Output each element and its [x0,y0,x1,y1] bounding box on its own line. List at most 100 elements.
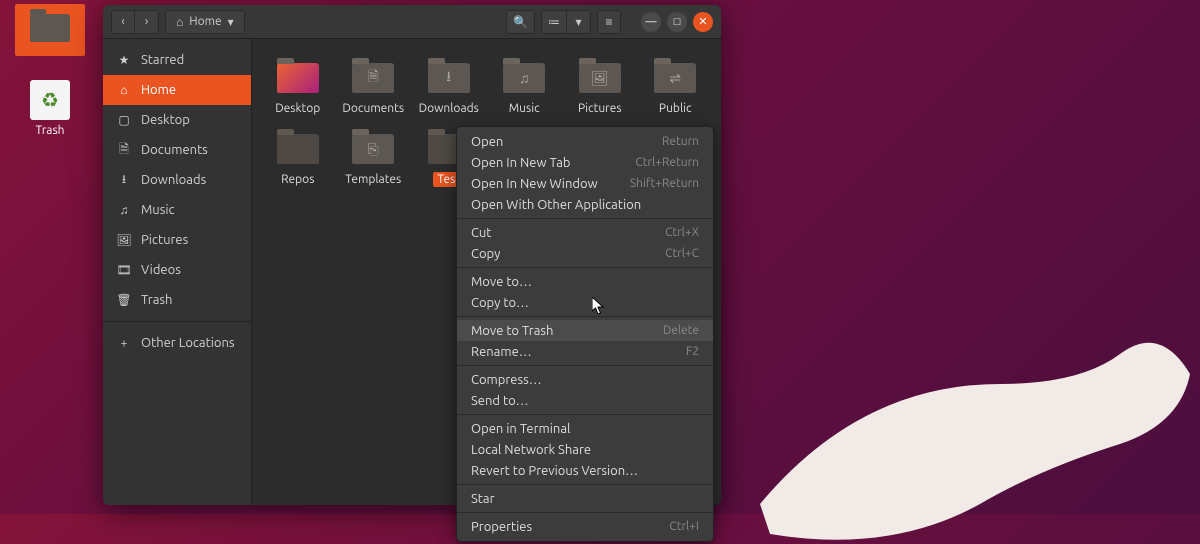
sidebar-item-label: Starred [141,53,184,67]
folder-label: Pictures [574,101,626,116]
ctx-cut[interactable]: CutCtrl+X [457,222,713,243]
folder-repos[interactable]: Repos [260,130,336,191]
ctx-open-with[interactable]: Open With Other Application [457,194,713,215]
wallpaper-mascot [740,304,1200,544]
window-close-button[interactable]: ✕ [693,12,713,32]
sidebar-item-music[interactable]: ♫ Music [103,195,251,225]
home-icon: ⌂ [176,15,183,29]
ctx-rename[interactable]: Rename…F2 [457,341,713,362]
menu-button[interactable]: ≡ [597,10,621,34]
sidebar: ★ Starred ⌂ Home ▢ Desktop 🗎 Documents ⭳ Download… [103,39,252,505]
nav-back-button[interactable]: ‹ [111,10,135,34]
folder-templates[interactable]: ⎘Templates [336,130,412,191]
ctx-item-label: Revert to Previous Version… [471,464,638,478]
ctx-move-to[interactable]: Move to… [457,271,713,292]
ctx-open[interactable]: OpenReturn [457,131,713,152]
folder-music[interactable]: ♫ Music [487,59,563,120]
ctx-item-label: Copy [471,247,500,261]
ctx-item-label: Open With Other Application [471,198,641,212]
context-menu: OpenReturnOpen In New TabCtrl+ReturnOpen… [456,126,714,542]
sidebar-item-label: Desktop [141,113,190,127]
ctx-item-label: Send to… [471,394,529,408]
folder-desktop[interactable]: Desktop [260,59,336,120]
folder-documents[interactable]: 🗎 Documents [336,59,412,120]
folder-icon: ♫ [503,63,545,93]
folder-icon: ⭳ [428,63,470,93]
folder-label: Public [655,101,696,116]
sidebar-item-trash[interactable]: 🗑 Trash [103,285,251,315]
folder-icon [277,63,319,93]
ctx-item-label: Move to Trash [471,324,553,338]
folder-icon: 🖼 [579,63,621,93]
sidebar-item-label: Home [141,83,176,97]
sidebar-item-pictures[interactable]: 🖼Pictures [103,225,251,255]
ctx-item-label: Open In New Tab [471,156,571,170]
desktop-icon: ▢ [117,113,131,127]
ctx-network-share[interactable]: Local Network Share [457,439,713,460]
sidebar-item-label: Downloads [141,173,206,187]
ctx-revert[interactable]: Revert to Previous Version… [457,460,713,481]
folder-label: Downloads [415,101,483,116]
ctx-star[interactable]: Star [457,488,713,509]
folder-icon: ⇌ [654,63,696,93]
folder-label: Documents [338,101,408,116]
sidebar-item-desktop[interactable]: ▢ Desktop [103,105,251,135]
chevron-down-icon: ▾ [228,15,234,29]
ctx-copy[interactable]: CopyCtrl+C [457,243,713,264]
ctx-copy-to[interactable]: Copy to… [457,292,713,313]
folder-pictures[interactable]: 🖼 Pictures [562,59,638,120]
folder-icon [30,14,70,42]
folder-label: Music [505,101,544,116]
ctx-item-label: Open in Terminal [471,422,570,436]
window-minimize-button[interactable]: — [641,12,661,32]
sidebar-item-videos[interactable]: 🎞 Videos [103,255,251,285]
view-dropdown-button[interactable]: ▾ [567,10,591,34]
ctx-item-shortcut: Ctrl+Return [635,156,699,169]
sidebar-item-label: Music [141,203,175,217]
nav-forward-button[interactable]: › [135,10,159,34]
ctx-item-shortcut: Delete [663,324,699,337]
sidebar-item-label: Other Locations [141,336,235,350]
starred-icon: ★ [117,53,131,67]
sidebar-item-home[interactable]: ⌂ Home [103,75,251,105]
ctx-open-new-window[interactable]: Open In New WindowShift+Return [457,173,713,194]
ctx-open-new-tab[interactable]: Open In New Tab Ctrl+Return [457,152,713,173]
view-list-button[interactable]: ≔ [541,10,567,34]
ctx-move-to-trash[interactable]: Move to Trash Delete [457,320,713,341]
home-icon: ⌂ [117,83,131,97]
downloads-icon: ⭳ [117,170,131,191]
folder-downloads[interactable]: ⭳ Downloads [411,59,487,120]
window-maximize-button[interactable]: □ [667,12,687,32]
search-button[interactable]: 🔍 [506,10,535,34]
launcher-files[interactable] [15,4,85,56]
folder-icon: ⎘ [352,134,394,164]
plus-icon: + [117,337,131,350]
folder-icon: 🗎 [352,63,394,93]
ctx-compress[interactable]: Compress… [457,369,713,390]
ctx-item-label: Move to… [471,275,532,289]
ctx-item-label: Star [471,492,495,506]
sidebar-item-label: Videos [141,263,181,277]
folder-label: Desktop [271,101,324,116]
ctx-properties[interactable]: PropertiesCtrl+I [457,516,713,537]
sidebar-item-starred[interactable]: ★ Starred [103,45,251,75]
ctx-item-shortcut: Ctrl+X [665,226,699,239]
sidebar-item-downloads[interactable]: ⭳ Downloads [103,165,251,195]
ctx-send-to[interactable]: Send to… [457,390,713,411]
folder-public[interactable]: ⇌ Public [638,59,714,120]
trash-icon: ♻ [30,80,70,120]
ctx-item-label: Open In New Window [471,177,598,191]
path-button[interactable]: ⌂ Home ▾ [165,10,245,34]
sidebar-item-label: Documents [141,143,208,157]
desktop-trash[interactable]: ♻ Trash [15,74,85,137]
videos-icon: 🎞 [117,263,131,277]
ctx-item-shortcut: Ctrl+I [669,520,699,533]
ctx-item-label: Open [471,135,503,149]
sidebar-other-locations[interactable]: + Other Locations [103,328,251,358]
music-icon: ♫ [117,203,131,217]
sidebar-item-label: Trash [141,293,172,307]
ctx-open-terminal[interactable]: Open in Terminal [457,418,713,439]
trash-icon: 🗑 [117,293,131,307]
sidebar-item-documents[interactable]: 🗎 Documents [103,135,251,165]
documents-icon: 🗎 [117,140,131,161]
